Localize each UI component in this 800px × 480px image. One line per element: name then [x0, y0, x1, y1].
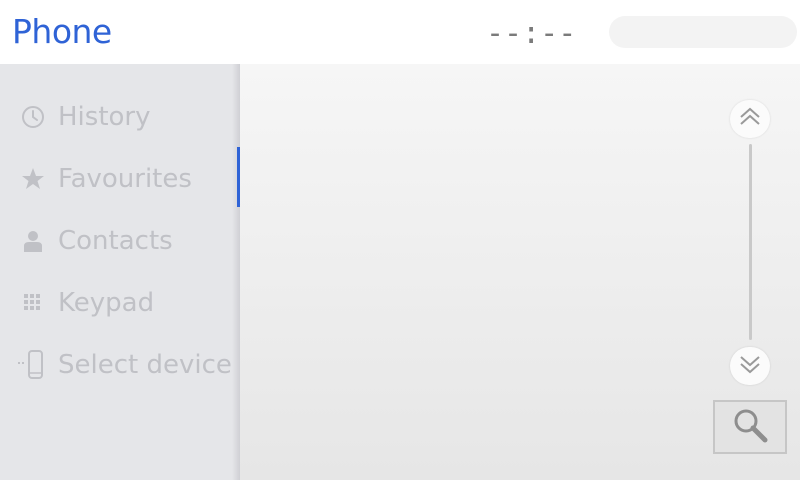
double-chevron-down-icon: [737, 351, 763, 381]
scroll-up-button[interactable]: [730, 100, 770, 138]
clock-display: --:--: [486, 16, 577, 51]
sidebar-item-label: Select device: [58, 350, 232, 380]
sidebar-item-label: History: [58, 102, 151, 132]
clock-icon: [18, 103, 48, 131]
search-button[interactable]: [713, 400, 787, 454]
sidebar-item-select-device[interactable]: Select device: [0, 337, 240, 393]
active-tab-indicator: [237, 147, 240, 207]
contacts-list-area[interactable]: [240, 64, 800, 480]
phone-device-icon: [18, 350, 48, 379]
keypad-icon: [18, 289, 48, 317]
scroll-down-button[interactable]: [730, 347, 770, 385]
double-chevron-up-icon: [737, 104, 763, 134]
sidebar-item-favourites[interactable]: Favourites: [0, 151, 240, 207]
header-bar: Phone --:--: [0, 0, 800, 64]
scrollbar-track[interactable]: [749, 144, 752, 340]
person-icon: [18, 227, 48, 255]
search-icon: [730, 405, 770, 449]
sidebar-item-label: Favourites: [58, 164, 192, 194]
status-pill: [609, 16, 797, 48]
sidebar-item-history[interactable]: History: [0, 89, 240, 145]
sidebar-item-contacts[interactable]: Contacts: [0, 213, 240, 269]
sidebar: History Favourites Contacts Keypad Selec…: [0, 64, 240, 480]
sidebar-item-label: Contacts: [58, 226, 173, 256]
sidebar-item-label: Keypad: [58, 288, 155, 318]
phone-app: Phone --:-- History Favourites Contacts …: [0, 0, 800, 480]
page-title: Phone: [12, 12, 112, 51]
star-icon: [18, 165, 48, 193]
sidebar-item-keypad[interactable]: Keypad: [0, 275, 240, 331]
